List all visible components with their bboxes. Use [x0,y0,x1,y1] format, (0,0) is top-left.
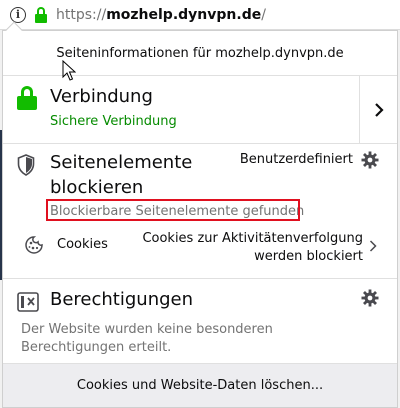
chevron-right-icon [374,103,384,117]
connection-title: Verbindung [50,86,153,107]
url-text[interactable]: https://mozhelp.dynvpn.de/ [56,7,266,23]
lock-icon [17,86,37,110]
shield-icon [17,154,35,176]
connection-status: Sichere Verbindung [50,114,177,129]
permissions-title: Berechtigungen [50,289,194,310]
permissions-icon [17,292,39,312]
permissions-section: Berechtigungen Der Website wurden keine … [3,279,397,364]
blocking-mode-label: Benutzerdefiniert [239,152,353,167]
connection-section: Verbindung Sichere Verbindung [3,76,397,144]
site-info-panel: Seiteninformationen für mozhelp.dynvpn.d… [2,21,398,408]
gear-icon[interactable] [361,151,379,169]
lock-icon[interactable] [34,6,48,23]
clear-cookies-button[interactable]: Cookies und Website-Daten löschen... [3,364,397,407]
highlight-box [46,199,300,221]
mouse-cursor-icon [62,60,76,81]
clear-cookies-label: Cookies und Website-Daten löschen... [76,378,324,393]
gear-icon[interactable] [361,289,379,307]
chevron-right-icon[interactable] [369,240,377,252]
permissions-description: Der Website wurden keine besonderen Bere… [21,322,273,355]
panel-title: Seiteninformationen für mozhelp.dynvpn.d… [56,45,344,61]
content-blocking-title: Seitenelemente blockieren [50,152,193,198]
cookies-label[interactable]: Cookies [57,237,108,252]
connection-details-button[interactable] [359,76,397,144]
cookie-icon [25,236,43,254]
cookies-status[interactable]: Cookies zur Aktivitätenverfolgung werden… [103,230,363,266]
url-bar[interactable]: i https://mozhelp.dynvpn.de/ [0,0,400,30]
content-blocking-section: Seitenelemente blockieren Benutzerdefini… [3,144,397,279]
info-icon[interactable]: i [10,6,26,23]
